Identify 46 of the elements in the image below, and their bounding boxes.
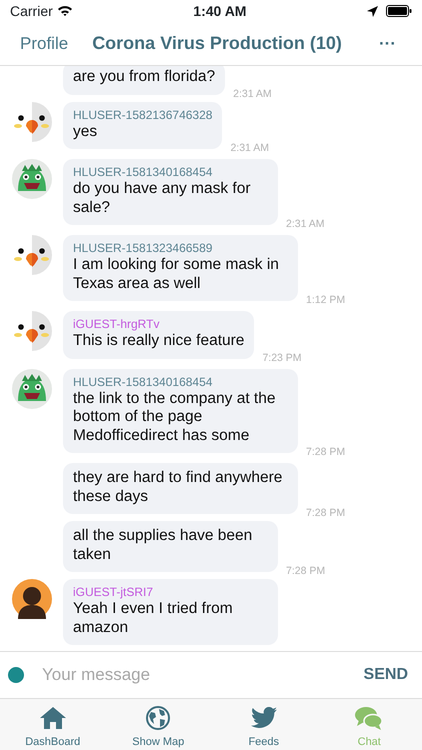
globe-icon [146,706,170,730]
bird-avatar [12,235,52,275]
message-time: 7:28 PM [306,506,346,522]
send-button[interactable]: SEND [358,662,414,688]
sender-name: HLUSER-1581340168454 [73,165,214,180]
tab-bar-item[interactable]: Feeds [211,699,316,750]
status-time: 1:40 AM [193,2,246,20]
message-time: 2:31 AM [230,141,269,156]
bird-avatar [12,311,52,351]
status-dot [8,667,24,683]
message-text: This is really nice feature [73,332,244,350]
message-time: 1:12 PM [306,293,346,308]
sender-name: HLUSER-1582136746328 [73,108,212,122]
carrier-label: Carrier [10,2,53,20]
wifi-icon [56,5,73,17]
sender-name: HLUSER-1581323466589 [73,241,214,256]
house-icon [40,706,66,729]
message-time: 7:28 PM [286,564,326,580]
battery-icon [386,5,412,17]
location-icon [366,6,378,16]
chat-icon [355,706,384,730]
sender-name: iGUEST-hrgRTv [73,317,160,332]
back-link[interactable]: Profile [20,30,68,56]
message-time: 7:28 PM [306,445,346,460]
message-text: all the supplies have been taken [73,527,254,564]
sender-name: HLUSER-1581340168454 [73,374,214,390]
message-text: the link to the company at the bottom of the page Medofficedirect has some [73,390,276,445]
monster-avatar [12,159,52,199]
bird-icon [250,706,277,729]
message-text: they are hard to find anywhere these days [73,469,284,506]
chat-title: Corona Virus Production (10) [92,32,343,55]
monster-avatar [12,368,52,408]
message-text: I am looking for some mask in Texas area as well [73,256,280,293]
message-text: do you have any mask for sale? [73,180,252,217]
more-button[interactable]: ··· [373,30,402,58]
person-avatar [12,579,52,619]
message-time: 2:31 AM [233,86,272,102]
message-text: are you from florida? [73,68,216,86]
message-text: Yeah I even I tried from amazon [73,600,234,637]
message-text: yes [73,122,98,141]
sender-name: iGUEST-jtSRI7 [73,585,154,600]
tab-bar-item[interactable]: Show Map [106,699,211,750]
bird-avatar [12,102,52,142]
tab-bar-item[interactable]: DashBoard [0,699,106,750]
message-time: 2:31 AM [286,217,325,232]
message-time: 7:23 PM [262,350,302,366]
